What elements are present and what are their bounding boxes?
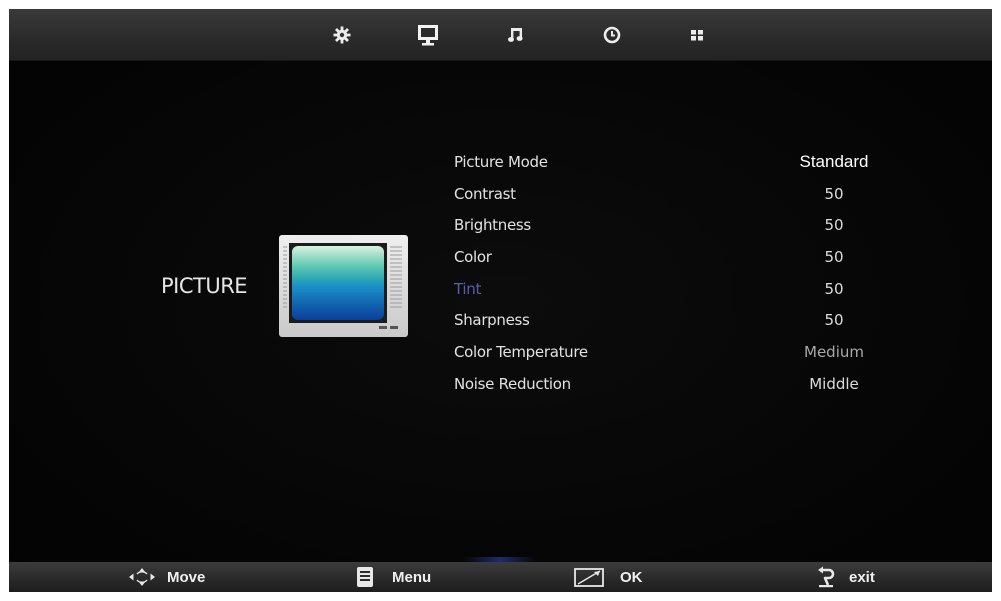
setting-value: 50 <box>824 279 844 298</box>
setting-value: 50 <box>824 247 844 266</box>
grid-icon <box>691 30 703 41</box>
menu-tab-bar <box>9 9 992 61</box>
setting-noise-reduction[interactable]: Noise Reduction Middle <box>454 368 874 400</box>
setting-label: Picture Mode <box>454 152 548 171</box>
setting-value: 50 <box>824 216 844 235</box>
exit-return-icon <box>818 566 835 588</box>
setting-label: Noise Reduction <box>454 374 571 393</box>
setting-picture-mode[interactable]: Picture Mode Standard <box>454 146 874 178</box>
hint-menu: Menu <box>356 562 431 592</box>
setting-brightness[interactable]: Brightness 50 <box>454 209 874 241</box>
arrows-move-icon <box>129 568 155 586</box>
monitor-icon <box>418 25 438 46</box>
setting-tint: Tint 50 <box>454 273 874 305</box>
setting-value: 50 <box>824 184 844 203</box>
tab-time[interactable] <box>592 9 632 61</box>
hint-ok-label: OK <box>620 568 643 586</box>
setting-color-temperature[interactable]: Color Temperature Medium <box>454 336 874 368</box>
hint-menu-label: Menu <box>392 568 432 586</box>
setting-value: Middle <box>809 374 859 393</box>
hint-move: Move <box>127 562 205 592</box>
hint-exit: exit <box>817 562 875 592</box>
ok-icon <box>574 568 604 587</box>
setting-label: Sharpness <box>454 311 530 330</box>
tv-icon <box>279 235 408 337</box>
section-title: PICTURE <box>161 274 248 298</box>
hint-move-label: Move <box>167 568 206 586</box>
setting-label: Brightness <box>454 216 531 235</box>
setting-label: Color <box>454 247 492 266</box>
gear-icon <box>333 26 351 44</box>
setting-value: 50 <box>824 311 844 330</box>
hint-ok: OK <box>574 562 643 592</box>
tab-picture[interactable] <box>408 9 448 61</box>
tab-setup[interactable] <box>322 9 362 61</box>
setting-label: Contrast <box>454 184 516 203</box>
picture-settings-list: Picture Mode Standard Contrast 50 Bright… <box>454 146 874 400</box>
setting-color[interactable]: Color 50 <box>454 241 874 273</box>
hint-bar: Move Menu OK exit <box>9 562 992 592</box>
setting-label: Tint <box>454 279 482 298</box>
setting-contrast[interactable]: Contrast 50 <box>454 178 874 210</box>
menu-list-icon <box>357 567 373 587</box>
clock-icon <box>603 26 621 44</box>
tv-osd-screen: PICTURE Picture Mode Standard Contrast 5… <box>9 9 992 592</box>
setting-value: Medium <box>804 342 864 361</box>
tab-sound[interactable] <box>496 9 536 61</box>
tab-lock[interactable] <box>677 9 717 61</box>
hint-exit-label: exit <box>849 568 875 586</box>
music-note-icon <box>508 28 523 42</box>
setting-value: Standard <box>799 151 869 171</box>
setting-label: Color Temperature <box>454 342 588 361</box>
setting-sharpness[interactable]: Sharpness 50 <box>454 304 874 336</box>
